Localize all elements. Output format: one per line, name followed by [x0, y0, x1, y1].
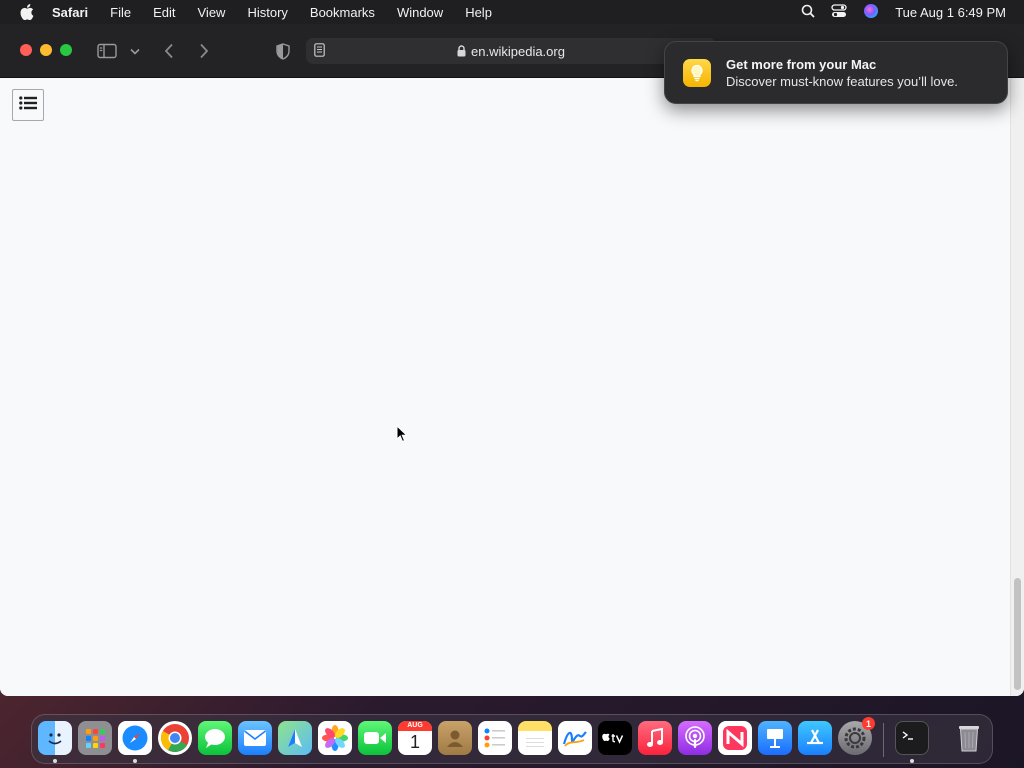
photos-icon[interactable] [318, 721, 352, 755]
spotlight-search-icon[interactable] [801, 4, 815, 21]
mail-icon[interactable] [238, 721, 272, 755]
trash-icon[interactable] [952, 721, 986, 755]
calendar-icon[interactable]: AUG 1 [398, 721, 432, 755]
reader-mode-icon[interactable] [314, 43, 325, 60]
forward-chevron-icon[interactable] [192, 39, 216, 63]
minimize-window-button[interactable] [40, 44, 52, 56]
menu-file[interactable]: File [110, 5, 131, 20]
calendar-day: 1 [409, 732, 420, 752]
news-icon[interactable] [718, 721, 752, 755]
address-bar[interactable]: en.wikipedia.org [306, 38, 716, 64]
reminders-icon[interactable] [478, 721, 512, 755]
close-window-button[interactable] [20, 44, 32, 56]
back-chevron-icon[interactable] [157, 39, 181, 63]
chrome-icon[interactable] [158, 721, 192, 755]
keynote-icon[interactable] [758, 721, 792, 755]
messages-icon[interactable] [198, 721, 232, 755]
safari-running-indicator [133, 759, 137, 763]
freeform-icon[interactable] [558, 721, 592, 755]
podcasts-icon[interactable] [678, 721, 712, 755]
siri-icon[interactable] [863, 3, 879, 22]
finder-running-indicator [53, 759, 57, 763]
menu-bar: Safari File Edit View History Bookmarks … [0, 0, 1024, 24]
lightbulb-icon [683, 59, 711, 87]
menu-safari[interactable]: Safari [52, 5, 88, 20]
dock: AUG 1 1 [31, 714, 993, 764]
table-of-contents-button[interactable] [12, 89, 44, 121]
menu-window[interactable]: Window [397, 5, 443, 20]
calendar-month: AUG [398, 721, 432, 731]
tips-notification[interactable]: Get more from your Mac Discover must-kno… [664, 41, 1008, 104]
maps-icon[interactable] [278, 721, 312, 755]
contacts-icon[interactable] [438, 721, 472, 755]
app-store-icon[interactable] [798, 721, 832, 755]
zoom-window-button[interactable] [60, 44, 72, 56]
sidebar-toggle-icon[interactable] [95, 39, 119, 63]
control-center-icon[interactable] [831, 3, 847, 21]
menu-bookmarks[interactable]: Bookmarks [310, 5, 375, 20]
notification-body: Discover must-know features you’ll love. [726, 74, 958, 89]
finder-icon[interactable] [38, 721, 72, 755]
terminal-icon[interactable] [895, 721, 929, 755]
safari-icon[interactable] [118, 721, 152, 755]
apple-tv-icon[interactable] [598, 721, 632, 755]
system-settings-badge: 1 [862, 717, 875, 730]
system-settings-icon[interactable]: 1 [838, 717, 875, 755]
launchpad-icon[interactable] [78, 721, 112, 755]
safari-window: en.wikipedia.org [0, 24, 1024, 696]
menu-help[interactable]: Help [465, 5, 492, 20]
vertical-scrollbar[interactable] [1010, 78, 1024, 696]
url-text[interactable]: en.wikipedia.org [471, 44, 565, 59]
notification-title: Get more from your Mac [726, 57, 877, 72]
mouse-pointer-icon [396, 424, 408, 448]
apple-menu-icon[interactable] [18, 3, 36, 21]
terminal-running-indicator [910, 759, 914, 763]
dock-divider [883, 723, 884, 757]
facetime-icon[interactable] [358, 721, 392, 755]
menu-bar-clock[interactable]: Tue Aug 1 6:49 PM [895, 5, 1006, 20]
menu-edit[interactable]: Edit [153, 5, 175, 20]
privacy-shield-icon[interactable] [271, 39, 295, 63]
menu-view[interactable]: View [198, 5, 226, 20]
music-icon[interactable] [638, 721, 672, 755]
web-page-content [0, 78, 1024, 696]
list-icon [19, 95, 37, 115]
menu-history[interactable]: History [247, 5, 287, 20]
notes-icon[interactable] [518, 721, 552, 755]
scrollbar-thumb[interactable] [1014, 578, 1021, 690]
lock-icon [457, 45, 466, 57]
tab-group-chevron-down-icon[interactable] [124, 39, 146, 63]
